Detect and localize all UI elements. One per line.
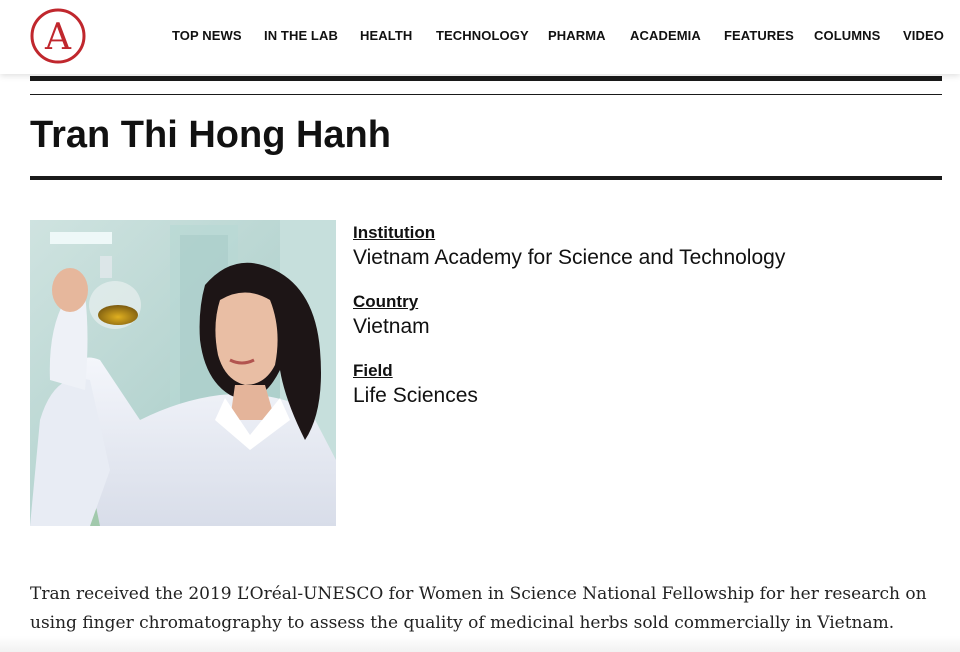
- nav-item-features[interactable]: FEATURES: [724, 28, 814, 43]
- site-logo[interactable]: A: [29, 7, 87, 65]
- nav-item-pharma[interactable]: PHARMA: [548, 28, 630, 43]
- field-label: Field: [353, 361, 393, 380]
- nav-item-video[interactable]: VIDEO: [903, 28, 944, 43]
- country-value: Vietnam: [353, 315, 430, 338]
- profile-bio: Tran received the 2019 L’Oréal-UNESCO fo…: [30, 584, 927, 633]
- nav-item-technology[interactable]: TECHNOLOGY: [436, 28, 548, 43]
- nav-item-in-the-lab[interactable]: IN THE LAB: [264, 28, 360, 43]
- institution-label: Institution: [353, 223, 436, 242]
- logo-letter: A: [44, 17, 72, 58]
- main-nav: TOP NEWS IN THE LAB HEALTH TECHNOLOGY PH…: [172, 28, 944, 43]
- title-divider: [30, 176, 942, 180]
- page-title: Tran Thi Hong Hanh: [30, 114, 391, 156]
- institution-value: Vietnam Academy for Science and Technolo…: [353, 246, 786, 269]
- nav-item-academia[interactable]: ACADEMIA: [630, 28, 724, 43]
- nav-item-columns[interactable]: COLUMNS: [814, 28, 903, 43]
- divider-thick: [30, 76, 942, 81]
- bottom-fade: [0, 636, 960, 652]
- profile-photo: [30, 220, 336, 526]
- country-label: Country: [353, 292, 419, 311]
- site-header: A TOP NEWS IN THE LAB HEALTH TECHNOLOGY …: [0, 0, 960, 74]
- profile-details: Institution Vietnam Academy for Science …: [353, 222, 785, 429]
- divider-thin: [30, 94, 942, 95]
- nav-item-top-news[interactable]: TOP NEWS: [172, 28, 264, 43]
- nav-item-health[interactable]: HEALTH: [360, 28, 436, 43]
- field-value: Life Sciences: [353, 384, 478, 407]
